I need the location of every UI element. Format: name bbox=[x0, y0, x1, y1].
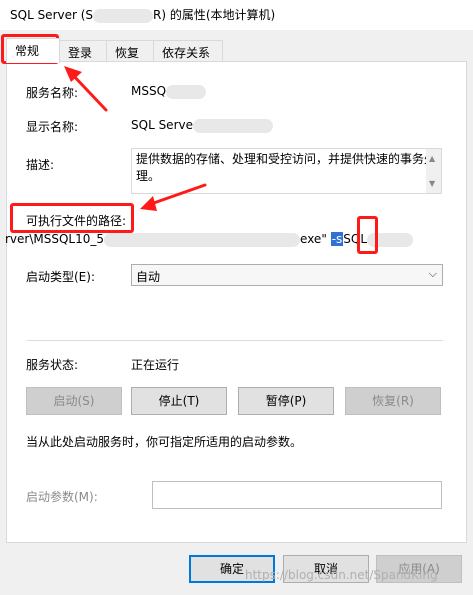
exec-path-value: rver\MSSQL10_5 exe" -sSQL bbox=[5, 232, 414, 247]
start-button[interactable]: 启动(S) bbox=[26, 387, 122, 415]
pause-button[interactable]: 暂停(P) bbox=[238, 387, 334, 415]
general-panel: 服务名称: MSSQ 显示名称: SQL Serve 描述: 提供数据的存储、处… bbox=[5, 61, 467, 543]
resume-button[interactable]: 恢复(R) bbox=[345, 387, 441, 415]
annotation-box-path-label bbox=[10, 203, 134, 233]
watermark: https://blog.csdn.net/SpandKing bbox=[245, 568, 438, 582]
title-bar: SQL Server (S R) 的属性(本地计算机) bbox=[0, 0, 473, 30]
start-params-input[interactable] bbox=[152, 481, 442, 509]
chevron-down-icon: ⌵ bbox=[428, 267, 437, 280]
redacted-blur bbox=[93, 8, 154, 23]
tab-login[interactable]: 登录 bbox=[59, 40, 107, 62]
description-scrollbar[interactable]: ▲ ▼ bbox=[426, 149, 441, 193]
tab-dependencies[interactable]: 依存关系 bbox=[153, 40, 223, 62]
service-name-label: 服务名称: bbox=[26, 86, 79, 100]
redacted-blur bbox=[192, 118, 273, 133]
start-params-label: 启动参数(M): bbox=[26, 490, 98, 504]
redacted-blur bbox=[166, 84, 207, 99]
display-name-value: SQL Serve bbox=[131, 118, 273, 133]
annotation-box-param bbox=[357, 216, 378, 254]
tab-recovery[interactable]: 恢复 bbox=[106, 40, 154, 62]
scroll-up-icon[interactable]: ▲ bbox=[429, 150, 435, 167]
service-status-value: 正在运行 bbox=[131, 358, 180, 372]
scroll-down-icon[interactable]: ▼ bbox=[429, 175, 435, 192]
description-label: 描述: bbox=[26, 158, 55, 172]
selected-text: -s bbox=[330, 232, 344, 246]
service-name-value: MSSQ bbox=[131, 84, 207, 99]
display-name-label: 显示名称: bbox=[26, 120, 79, 134]
tab-general[interactable]: 常规 bbox=[6, 38, 60, 63]
startup-type-select[interactable]: 自动 ⌵ bbox=[131, 264, 443, 286]
window-title: SQL Server (S R) 的属性(本地计算机) bbox=[10, 8, 276, 23]
startup-type-label: 启动类型(E): bbox=[26, 270, 95, 284]
divider bbox=[27, 340, 443, 341]
stop-button[interactable]: 停止(T) bbox=[131, 387, 227, 415]
description-text[interactable]: 提供数据的存储、处理和受控访问，并提供快速的事务处理。 ▲ ▼ bbox=[131, 148, 442, 194]
hint-text: 当从此处启动服务时，你可指定所适用的启动参数。 bbox=[26, 435, 303, 449]
redacted-blur bbox=[104, 232, 301, 247]
service-status-label: 服务状态: bbox=[26, 358, 79, 372]
